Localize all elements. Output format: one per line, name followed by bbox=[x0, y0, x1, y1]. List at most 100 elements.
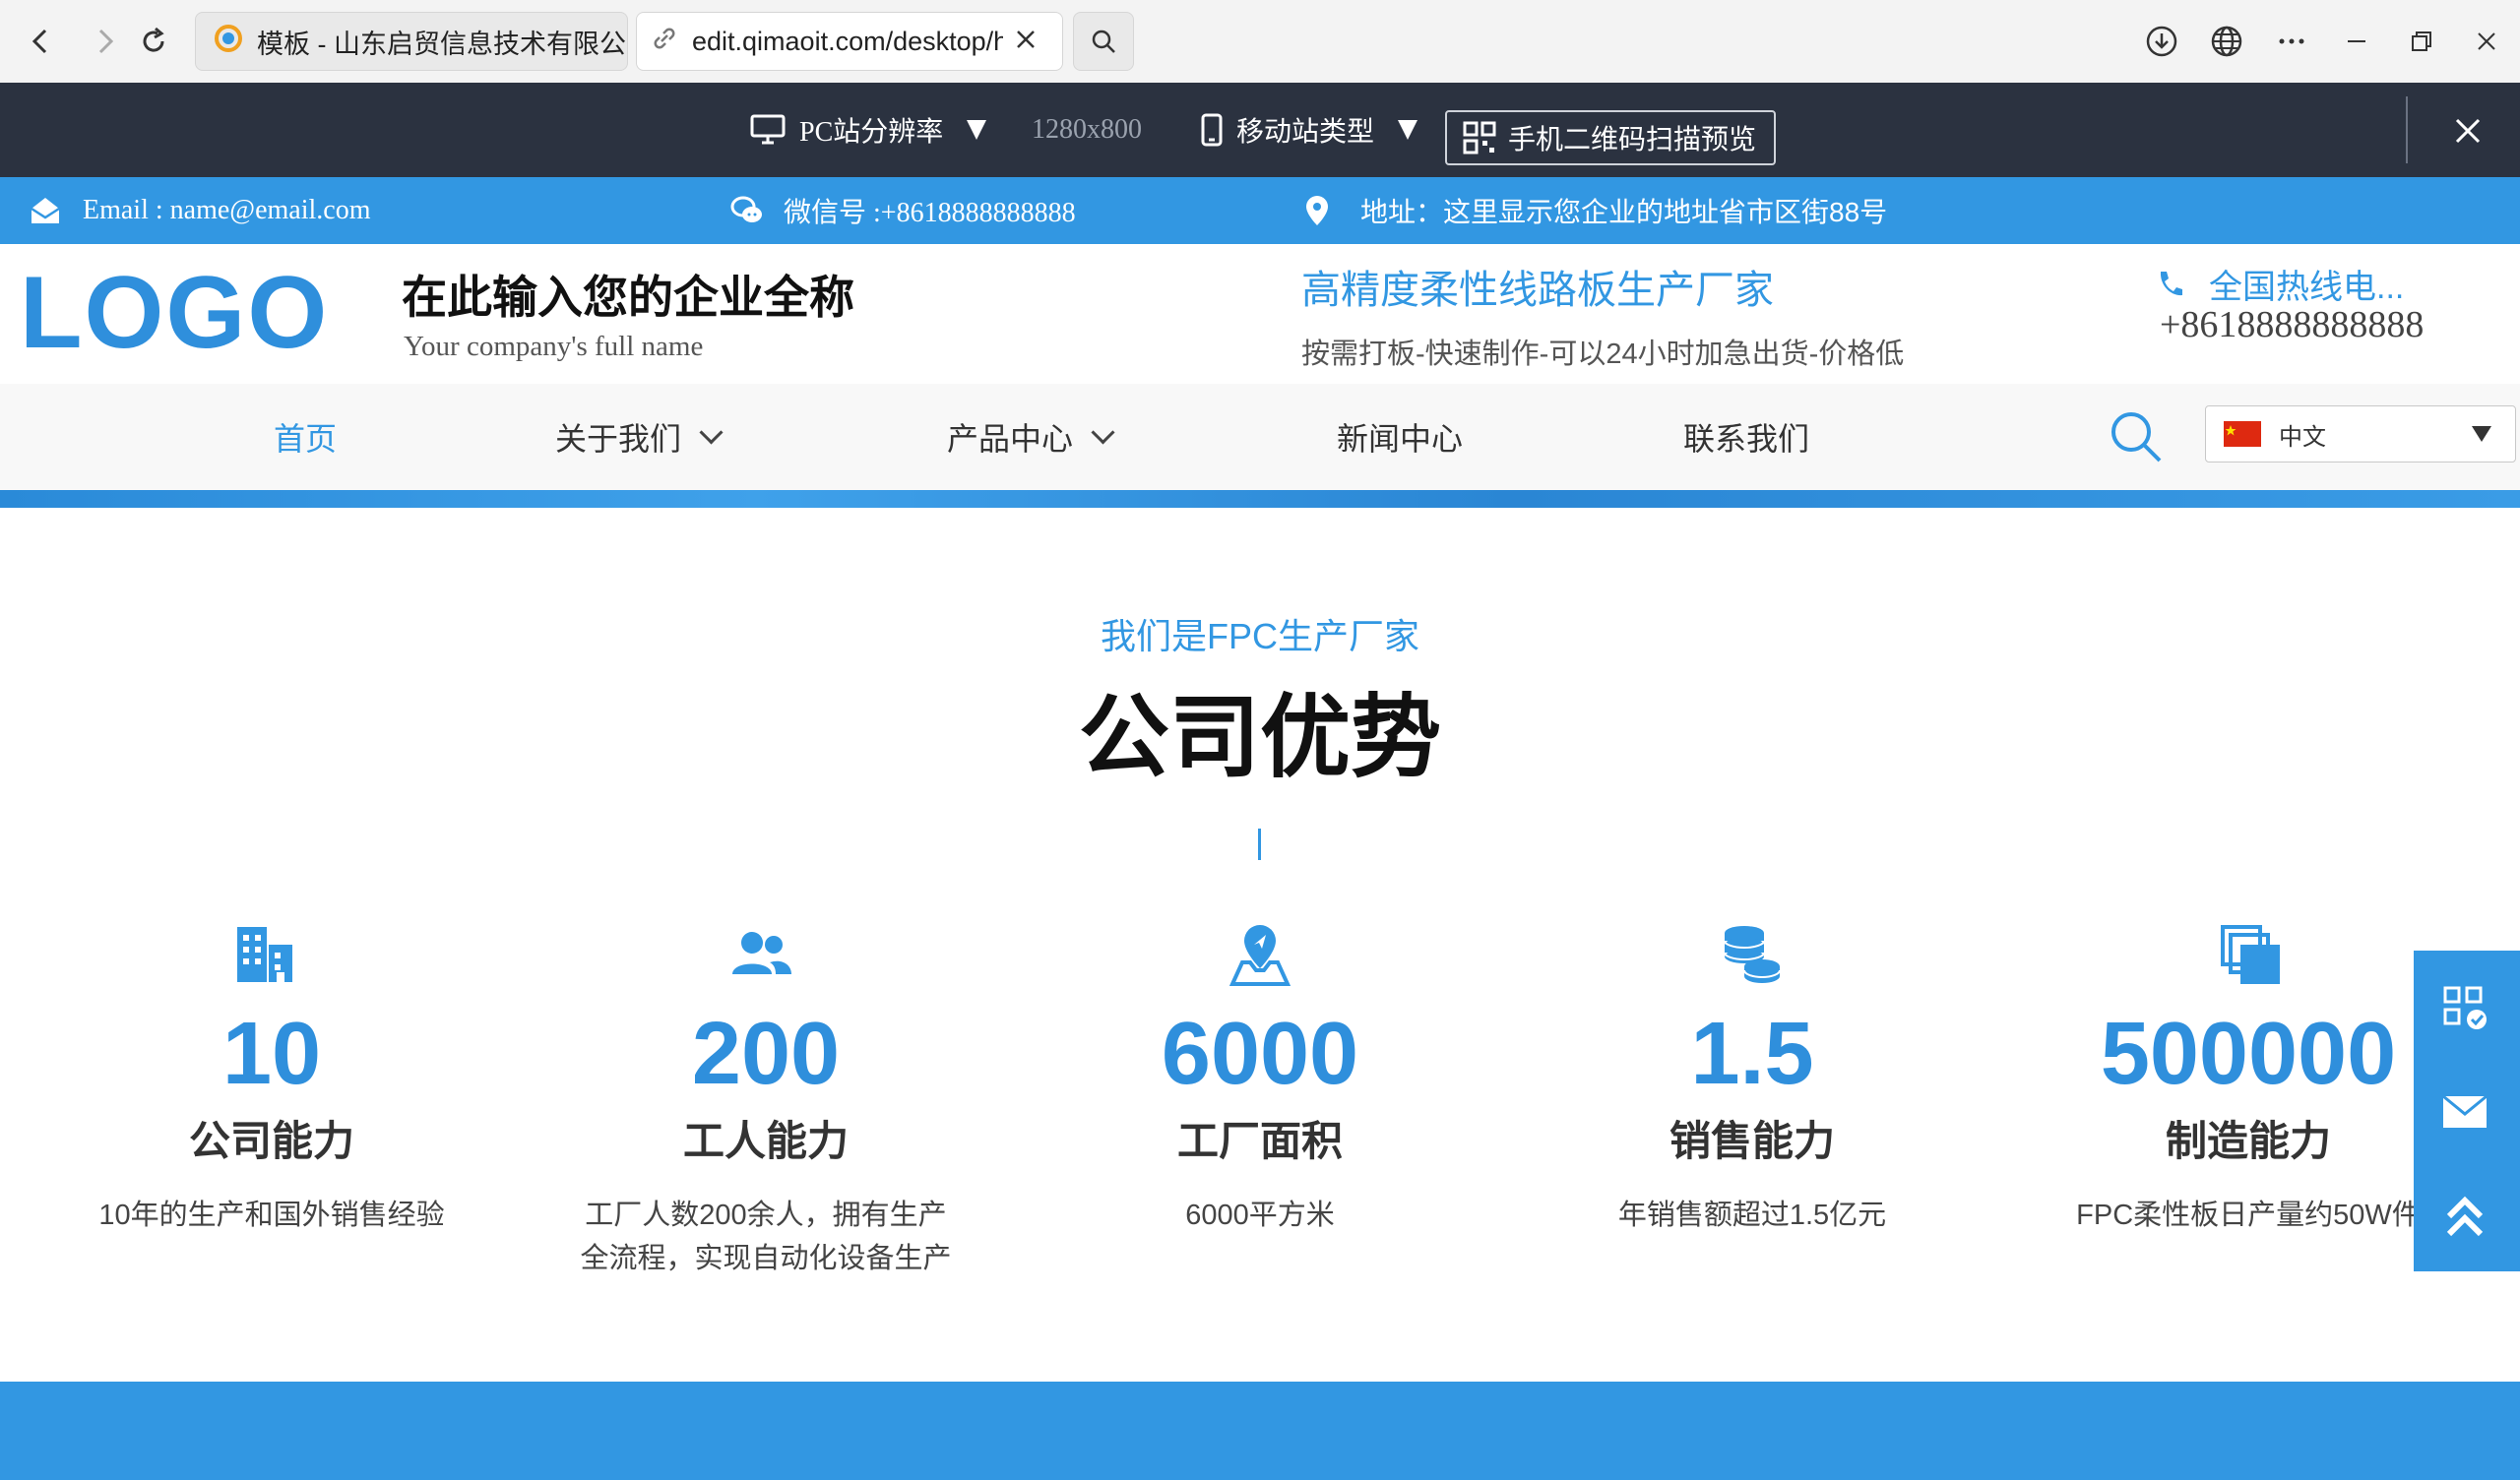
downloads-button[interactable] bbox=[2134, 14, 2189, 69]
refresh-button[interactable] bbox=[126, 14, 181, 69]
ellipsis-icon bbox=[2279, 38, 2304, 44]
minimize-button[interactable] bbox=[2329, 14, 2384, 69]
map-location-icon bbox=[1228, 923, 1292, 986]
stat-number: 1.5 bbox=[1690, 1005, 1814, 1103]
nav-item-about[interactable]: 关于我们 bbox=[555, 384, 724, 490]
stat-description: FPC柔性板日产量约50W件 bbox=[2076, 1200, 2421, 1231]
stat-title: 工厂面积 bbox=[1176, 1118, 1343, 1164]
nav-item-contact[interactable]: 联系我们 bbox=[1683, 384, 1809, 490]
footer-band bbox=[0, 1382, 2520, 1480]
mail-button[interactable] bbox=[2441, 1094, 2492, 1134]
search-icon bbox=[1092, 30, 1115, 53]
qr-code-icon bbox=[2443, 986, 2487, 1029]
stat-description: 工厂人数200余人，拥有生产全流程，实现自动化设备生产 bbox=[580, 1200, 952, 1274]
download-icon bbox=[2146, 26, 2177, 57]
dropdown-arrow-icon bbox=[967, 120, 987, 140]
hotline-label: 全国热线电... bbox=[2156, 260, 2404, 308]
address-text: 地址：这里显示您企业的地址省市区街88号 bbox=[1360, 197, 1888, 227]
stat-number: 10 bbox=[221, 1005, 322, 1103]
section-divider bbox=[1258, 829, 1261, 860]
pc-resolution-selector[interactable]: PC站分辨率 bbox=[750, 83, 987, 177]
site-search-button[interactable] bbox=[2107, 407, 2166, 466]
location-pin-icon bbox=[1306, 196, 1328, 225]
stat-card: 200 工人能力 工厂人数200余人，拥有生产全流程，实现自动化设备生产 bbox=[569, 1010, 963, 1280]
mobile-type-label: 移动站类型 bbox=[1236, 117, 1375, 148]
search-icon bbox=[2111, 412, 2162, 462]
mail-open-icon bbox=[31, 198, 60, 223]
qr-preview-button[interactable]: 手机二维码扫描预览 bbox=[1445, 110, 1776, 165]
back-to-top-button[interactable] bbox=[2441, 1193, 2492, 1244]
layers-icon bbox=[2219, 923, 2282, 986]
forward-button[interactable] bbox=[77, 14, 132, 69]
browser-chrome: 模板 - 山东启贸信息技术有限公司 edit.qimaoit.com/deskt… bbox=[0, 0, 2520, 84]
users-icon bbox=[730, 923, 793, 986]
tab-url: edit.qimaoit.com/desktop/h bbox=[692, 26, 1003, 56]
back-button[interactable] bbox=[14, 14, 69, 69]
stat-number: 200 bbox=[691, 1005, 841, 1103]
dropdown-arrow-icon bbox=[1398, 120, 1418, 140]
stat-card: 1.5 销售能力 年销售额超过1.5亿元 bbox=[1555, 1010, 1949, 1237]
email-text: Email : name@email.com bbox=[83, 195, 371, 225]
tab-template[interactable]: 模板 - 山东启贸信息技术有限公司 bbox=[195, 12, 628, 71]
banner-strip bbox=[0, 490, 2520, 508]
phone-icon bbox=[1201, 113, 1223, 147]
close-window-button[interactable] bbox=[2459, 14, 2514, 69]
close-editor-button[interactable] bbox=[2443, 106, 2492, 155]
minimize-icon bbox=[2348, 40, 2365, 42]
more-menu-button[interactable] bbox=[2264, 14, 2319, 69]
section-subtitle: 我们是FPC生产厂家 bbox=[1100, 616, 1419, 656]
floating-sidebar bbox=[2414, 951, 2520, 1271]
toolbar-divider bbox=[2406, 96, 2408, 163]
stat-card: 500000 制造能力 FPC柔性板日产量约50W件 bbox=[2051, 1010, 2445, 1237]
chevron-down-icon bbox=[1091, 419, 1115, 445]
language-selector[interactable]: 中文 bbox=[2205, 405, 2516, 462]
phone-icon bbox=[2160, 271, 2182, 295]
email-info: Email : name@email.com bbox=[30, 177, 370, 244]
tab-close-icon[interactable] bbox=[1015, 27, 1037, 57]
nav-item-news[interactable]: 新闻中心 bbox=[1337, 384, 1463, 490]
coins-icon bbox=[1721, 923, 1784, 986]
stat-card: 10 公司能力 10年的生产和国外销售经验 bbox=[75, 1010, 469, 1237]
restore-button[interactable] bbox=[2394, 14, 2449, 69]
stat-number: 500000 bbox=[2100, 1005, 2397, 1103]
stat-description: 年销售额超过1.5亿元 bbox=[1617, 1200, 1887, 1231]
stat-description: 6000平方米 bbox=[1185, 1200, 1335, 1231]
stat-title: 公司能力 bbox=[188, 1118, 354, 1164]
main-navigation: 首页 关于我们 产品中心 新闻中心 联系我们 中文 bbox=[0, 384, 2520, 490]
qr-preview-label: 手机二维码扫描预览 bbox=[1508, 124, 1757, 154]
editor-toolbar: PC站分辨率 1280x800 移动站类型 手机二维码扫描预览 bbox=[0, 83, 2520, 177]
resolution-value: 1280x800 bbox=[1032, 114, 1142, 145]
stat-title: 工人能力 bbox=[682, 1118, 849, 1164]
stat-title: 销售能力 bbox=[1669, 1118, 1835, 1164]
china-flag-icon bbox=[2224, 421, 2261, 447]
qr-code-icon bbox=[1463, 121, 1496, 154]
close-icon bbox=[2455, 118, 2481, 144]
stat-description: 10年的生产和国外销售经验 bbox=[98, 1200, 445, 1231]
globe-icon bbox=[2211, 26, 2242, 57]
wechat-info: 微信号 :+8618888888888 bbox=[730, 177, 1076, 244]
nav-item-home[interactable]: 首页 bbox=[274, 384, 337, 490]
hotline-number: +8618888888888 bbox=[2160, 304, 2425, 345]
stat-title: 制造能力 bbox=[2165, 1118, 2331, 1164]
mobile-type-selector[interactable]: 移动站类型 bbox=[1201, 83, 1418, 177]
close-icon bbox=[2478, 32, 2495, 50]
chevron-down-icon bbox=[699, 419, 724, 445]
company-name-cn: 在此输入您的企业全称 bbox=[402, 272, 854, 323]
tab-search[interactable] bbox=[1073, 12, 1134, 71]
section-title: 公司优势 bbox=[1078, 688, 1441, 788]
mail-icon bbox=[2442, 1094, 2488, 1128]
refresh-icon bbox=[143, 27, 164, 52]
back-arrow-icon bbox=[32, 29, 47, 54]
tab-editor[interactable]: edit.qimaoit.com/desktop/h bbox=[636, 12, 1063, 71]
restore-icon bbox=[2412, 31, 2431, 51]
qr-code-button[interactable] bbox=[2443, 986, 2490, 1033]
link-icon bbox=[651, 25, 678, 59]
site-header: LOGO 在此输入您的企业全称 Your company's full name… bbox=[0, 244, 2520, 384]
pc-resolution-label: PC站分辨率 bbox=[799, 117, 944, 148]
nav-item-products[interactable]: 产品中心 bbox=[947, 384, 1115, 490]
stat-number: 6000 bbox=[1161, 1005, 1359, 1103]
header-tagline: 高精度柔性线路板生产厂家 bbox=[1301, 269, 1774, 312]
contact-info-bar: Email : name@email.com 微信号 :+86188888888… bbox=[0, 177, 2520, 244]
translate-button[interactable] bbox=[2199, 14, 2254, 69]
site-logo[interactable]: LOGO bbox=[20, 262, 329, 364]
